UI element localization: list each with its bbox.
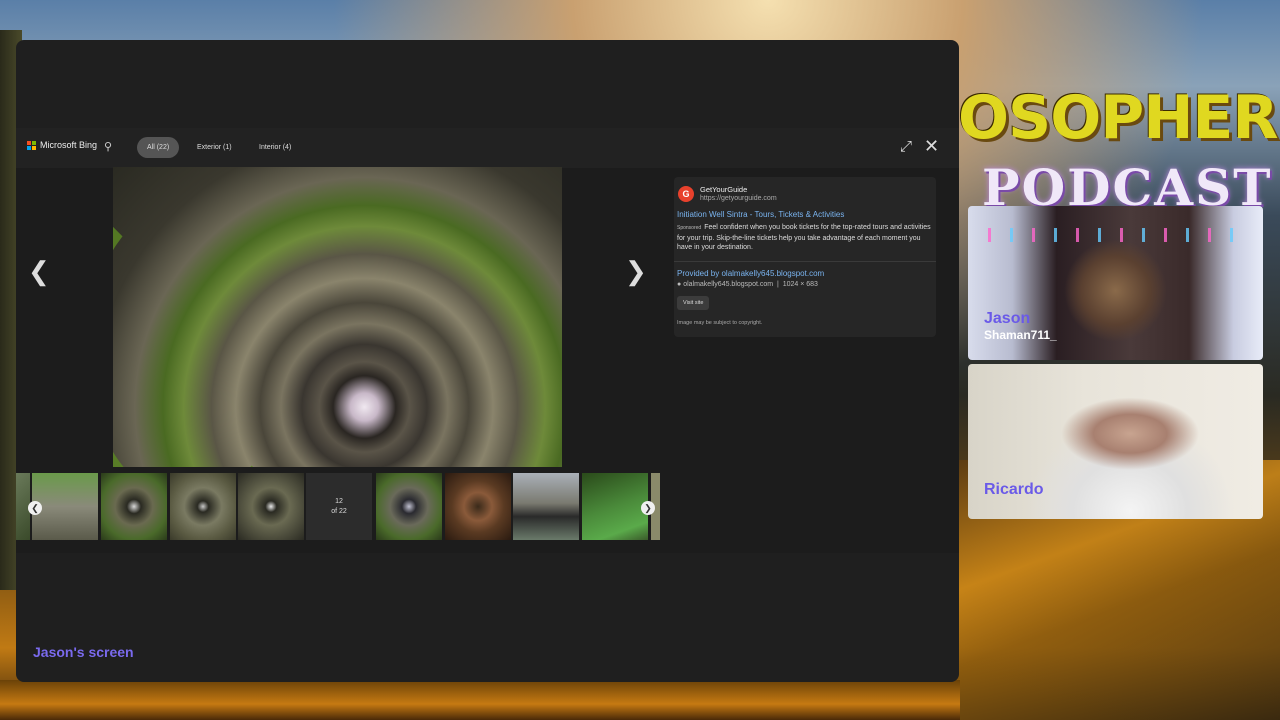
chevron-left-icon[interactable]: ❮ — [28, 256, 50, 287]
expand-icon[interactable]: ⤢ — [900, 138, 912, 155]
viewer-topbar: Microsoft Bing ⚲ All (22) Exterior (1) I… — [16, 128, 959, 168]
filter-chip-interior[interactable]: Interior (4) — [249, 137, 301, 158]
string-lights — [988, 228, 1243, 242]
thumbnail[interactable] — [238, 473, 304, 540]
close-icon[interactable]: ✕ — [924, 136, 939, 157]
guest-name-jason: Jason — [984, 310, 1031, 327]
filter-chip-all[interactable]: All (22) — [137, 137, 180, 158]
counter-current: 12 — [335, 497, 343, 505]
filter-chip-exterior[interactable]: Exterior (1) — [187, 137, 242, 158]
webcam-ricardo: Ricardo — [968, 364, 1263, 519]
microsoft-logo-icon — [27, 140, 36, 150]
guest-handle-jason: Shaman711_ — [984, 328, 1057, 342]
brand-label: Microsoft Bing — [40, 140, 98, 150]
background-sand — [0, 680, 960, 720]
source-info: ● olalmakelly645.blogspot.com | 1024 × 6… — [677, 281, 818, 288]
provided-by-link[interactable]: Provided by olalmakelly645.blogspot.com — [677, 269, 824, 278]
thumbnail[interactable] — [513, 473, 579, 540]
visit-site-button[interactable]: Visit site — [677, 296, 710, 310]
counter-total: of 22 — [331, 507, 347, 515]
ad-description-text: Feel confident when you book tickets for… — [677, 224, 931, 251]
ad-description: Sponsored Feel confident when you book ti… — [677, 223, 932, 253]
ad-site-url[interactable]: https://getyourguide.com — [700, 195, 777, 202]
source-domain[interactable]: olalmakelly645.blogspot.com — [683, 281, 773, 288]
bing-image-viewer: Microsoft Bing ⚲ All (22) Exterior (1) I… — [16, 128, 959, 553]
thumbnail[interactable] — [101, 473, 167, 540]
sponsored-label: Sponsored — [677, 225, 702, 231]
main-image-initiation-well — [113, 167, 562, 467]
info-panel: G GetYourGuide https://getyourguide.com … — [674, 177, 936, 337]
thumbnail[interactable] — [170, 473, 236, 540]
image-counter: 12 of 22 — [306, 473, 372, 540]
guest-name-ricardo: Ricardo — [984, 481, 1044, 498]
image-dimensions: 1024 × 683 — [782, 281, 818, 288]
thumbnail[interactable] — [445, 473, 511, 540]
screen-share-label: Jason's screen — [33, 644, 134, 660]
chevron-right-icon[interactable]: ❯ — [641, 501, 655, 515]
chevron-right-icon[interactable]: ❯ — [625, 256, 647, 287]
ad-site-name[interactable]: GetYourGuide — [700, 185, 747, 194]
thumbnail[interactable] — [582, 473, 648, 540]
copyright-notice: Image may be subject to copyright. — [677, 320, 763, 326]
moss-overlay — [113, 187, 301, 467]
chevron-left-icon[interactable]: ❮ — [28, 501, 42, 515]
separator: | — [775, 281, 781, 288]
ad-title-link[interactable]: Initiation Well Sintra - Tours, Tickets … — [677, 210, 844, 219]
thumbnail-strip: 12 of 22 ❮ ❯ — [16, 473, 660, 540]
shared-screen: Microsoft Bing ⚲ All (22) Exterior (1) I… — [16, 40, 959, 682]
globe-icon: ● — [677, 281, 682, 288]
webcam-jason: Jason Shaman711_ — [968, 206, 1263, 360]
search-icon[interactable]: ⚲ — [104, 140, 118, 154]
thumbnail[interactable] — [376, 473, 442, 540]
panel-divider — [674, 261, 936, 262]
getyourguide-logo-icon: G — [678, 186, 694, 202]
bing-brand[interactable]: Microsoft Bing — [27, 140, 97, 150]
podcast-title-line1: OSOPHER — [958, 83, 1279, 153]
